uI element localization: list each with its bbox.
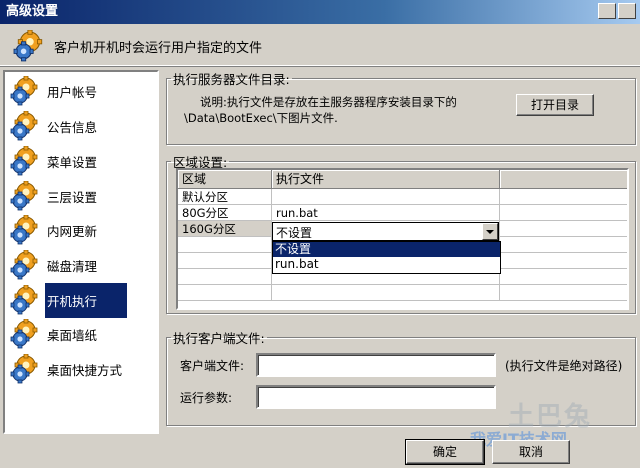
sidebar-item-disk-cleanup[interactable]: 磁盘清理 xyxy=(5,248,157,282)
sidebar-item-menu-settings[interactable]: 菜单设置 xyxy=(5,144,157,178)
sidebar-item-three-tier[interactable]: 三层设置 xyxy=(5,179,157,213)
sidebar-item-wallpaper[interactable]: 桌面墙纸 xyxy=(5,317,157,351)
sidebar-item-label: 桌面快捷方式 xyxy=(47,362,123,378)
region-cell: 80G分区 xyxy=(178,205,272,221)
sidebar-item-label: 桌面墙纸 xyxy=(47,327,98,343)
window-title: 高级设置 xyxy=(6,4,59,19)
file-select[interactable]: 不设置 xyxy=(272,222,499,241)
chevron-down-icon[interactable] xyxy=(482,223,498,240)
sidebar-item-label: 公告信息 xyxy=(47,119,98,135)
header-description: 客户机开机时会运行用户指定的文件 xyxy=(54,41,263,56)
sidebar-item-user-account[interactable]: 用户帐号 xyxy=(5,74,157,108)
server-dir-note: 说明:执行文件是存放在主服务器程序安装目录下的 xyxy=(200,95,457,109)
option-none[interactable]: 不设置 xyxy=(273,242,500,257)
client-file-group: 执行客户端文件: xyxy=(166,328,636,426)
sidebar-item-announcement[interactable]: 公告信息 xyxy=(5,109,157,143)
table-row[interactable]: 默认分区 xyxy=(178,189,627,205)
title-bar: 高级设置 xyxy=(0,0,640,24)
sidebar-item-boot-exec[interactable]: 开机执行 xyxy=(5,282,157,318)
client-file-label: 客户端文件: xyxy=(180,359,245,373)
gear-icon xyxy=(10,146,38,176)
region-cell: 160G分区 xyxy=(178,221,272,237)
file-select-list: 不设置 run.bat xyxy=(272,241,501,274)
params-input[interactable] xyxy=(256,385,496,409)
table-row[interactable]: 80G分区 run.bat xyxy=(178,205,627,221)
sidebar-item-desktop-shortcut[interactable]: 桌面快捷方式 xyxy=(5,352,157,386)
gear-icon xyxy=(10,215,38,245)
empty-cell xyxy=(500,189,627,205)
sidebar-item-label: 磁盘清理 xyxy=(47,258,98,274)
column-header-empty xyxy=(500,170,627,189)
sidebar-item-label: 菜单设置 xyxy=(47,154,98,170)
window-controls xyxy=(598,3,636,19)
client-file-hint: (执行文件是绝对路径) xyxy=(505,359,623,373)
page-header: 客户机开机时会运行用户指定的文件 xyxy=(0,24,640,66)
sidebar-item-label: 内网更新 xyxy=(47,223,98,239)
gear-icon xyxy=(10,285,38,315)
gear-icon xyxy=(10,111,38,141)
column-header-region: 区域 xyxy=(178,170,272,189)
gear-icon xyxy=(10,319,38,349)
file-cell[interactable]: run.bat xyxy=(272,205,500,221)
sidebar-item-label: 开机执行 xyxy=(45,282,128,318)
file-select-value: 不设置 xyxy=(276,226,313,240)
sidebar-item-lan-update[interactable]: 内网更新 xyxy=(5,213,157,247)
empty-cell xyxy=(500,205,627,221)
gear-icon xyxy=(10,76,38,106)
gear-icon xyxy=(10,354,38,384)
gear-icon xyxy=(13,30,43,62)
sidebar-item-label: 三层设置 xyxy=(47,189,98,205)
file-cell[interactable] xyxy=(272,189,500,205)
server-dir-legend: 执行服务器文件目录: xyxy=(173,72,290,87)
gear-icon xyxy=(10,181,38,211)
client-file-legend: 执行客户端文件: xyxy=(173,331,265,346)
option-run-bat[interactable]: run.bat xyxy=(273,257,500,272)
close-button[interactable] xyxy=(618,3,636,19)
sidebar: 用户帐号 公告信息 菜单设置 三层设置 内网更新 磁盘清理 开机执行 桌面墙纸 … xyxy=(3,70,159,434)
cancel-button[interactable]: 取消 xyxy=(492,440,570,464)
open-directory-button[interactable]: 打开目录 xyxy=(516,94,594,116)
ok-button[interactable]: 确定 xyxy=(405,439,485,465)
column-header-file: 执行文件 xyxy=(272,170,500,189)
gear-icon xyxy=(10,250,38,280)
empty-cell xyxy=(500,221,627,237)
region-cell: 默认分区 xyxy=(178,189,272,205)
client-file-input[interactable] xyxy=(256,353,496,377)
minimize-button[interactable] xyxy=(598,3,616,19)
server-dir-path: \Data\BootExec\下图片文件. xyxy=(184,111,338,125)
sidebar-item-label: 用户帐号 xyxy=(47,84,98,100)
params-label: 运行参数: xyxy=(180,391,233,405)
